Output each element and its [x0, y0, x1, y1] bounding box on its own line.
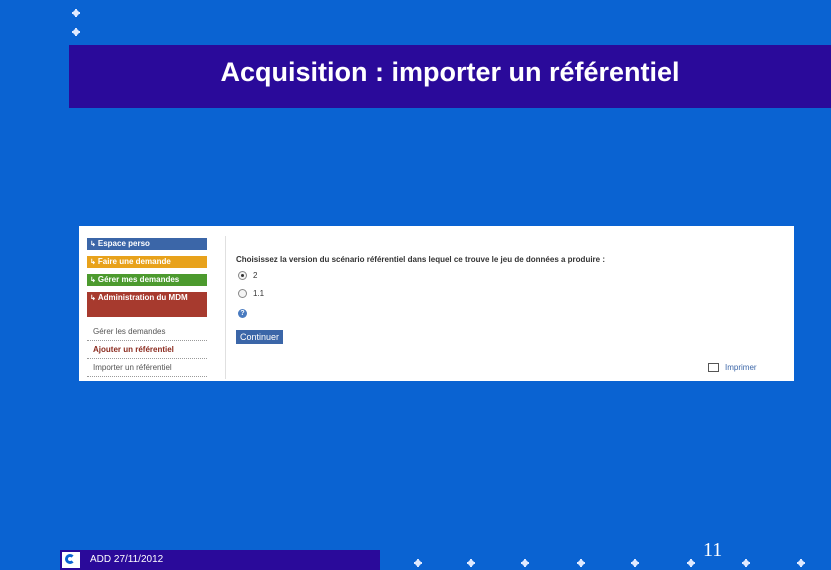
decor-dot: [742, 559, 750, 567]
decor-dot: [521, 559, 529, 567]
logo-icon: [65, 554, 75, 564]
sidebar: ↳ Espace perso ↳ Faire une demande ↳ Gérer …: [87, 238, 207, 381]
option-label: 2: [253, 271, 258, 280]
help-icon[interactable]: ?: [238, 309, 247, 318]
decor-dot: [414, 559, 422, 567]
sidebar-item-administration[interactable]: ↳ Administration du MDM: [87, 292, 207, 317]
embedded-screenshot: ↳ Espace perso ↳ Faire une demande ↳ Gérer …: [79, 226, 794, 381]
sidebar-item-label: Faire une demande: [97, 257, 171, 266]
sidebar-item-label: Gérer mes demandes: [97, 275, 180, 284]
radio-option-2[interactable]: [238, 271, 247, 281]
title-bar: Acquisition : importer un référentiel: [69, 45, 831, 108]
sub-link-label: Ajouter un référentiel: [93, 345, 174, 354]
decor-dot: [72, 9, 80, 17]
version-question: Choisissez la version du scénario référe…: [236, 255, 606, 264]
decor-dot: [577, 559, 585, 567]
content-panel: Choisissez la version du scénario référe…: [225, 236, 792, 379]
page-number: 11: [703, 539, 723, 561]
option-row[interactable]: 2: [238, 271, 258, 281]
printer-icon: [708, 363, 719, 373]
decor-dot: [72, 28, 80, 36]
logo: [62, 552, 80, 568]
option-label: 1.1: [253, 289, 265, 298]
sub-link-importer-referentiel[interactable]: Importer un référentiel: [87, 359, 207, 377]
sidebar-item-label: Espace perso: [97, 239, 150, 248]
decor-dot: [797, 559, 805, 567]
arrow-icon: ↳: [90, 259, 96, 266]
sub-link-ajouter-referentiel[interactable]: Ajouter un référentiel: [87, 341, 207, 359]
decor-dot: [631, 559, 639, 567]
slide-title: Acquisition : importer un référentiel: [220, 57, 680, 87]
radio-option-1-1[interactable]: [238, 289, 247, 299]
sidebar-item-label: Administration du MDM: [97, 293, 188, 302]
sub-link-label: Importer un référentiel: [93, 363, 172, 372]
arrow-icon: ↳: [90, 277, 96, 284]
sub-link-label: Gérer les demandes: [93, 327, 166, 336]
option-row[interactable]: 1.1: [238, 289, 265, 299]
arrow-icon: ↳: [90, 241, 96, 248]
sidebar-item-espace-perso[interactable]: ↳ Espace perso: [87, 238, 207, 250]
decor-dot: [467, 559, 475, 567]
sub-link-gerer-demandes[interactable]: Gérer les demandes: [87, 323, 207, 341]
continue-button[interactable]: Continuer: [236, 330, 284, 344]
footer-date: ADD 27/11/2012: [90, 554, 164, 565]
sidebar-item-gerer-demandes[interactable]: ↳ Gérer mes demandes: [87, 274, 207, 286]
footer-bar: ADD 27/11/2012: [60, 550, 380, 570]
print-link[interactable]: Imprimer: [708, 363, 757, 373]
arrow-icon: ↳: [90, 295, 96, 302]
decor-dot: [687, 559, 695, 567]
print-label: Imprimer: [725, 363, 757, 372]
sidebar-item-faire-demande[interactable]: ↳ Faire une demande: [87, 256, 207, 268]
